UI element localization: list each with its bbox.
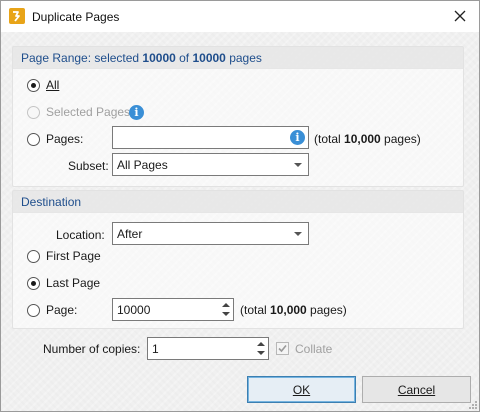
checkmark-icon	[278, 344, 287, 353]
copies-value: 1	[152, 342, 159, 356]
spin-arrows-icon[interactable]	[221, 301, 231, 318]
destination-header: Destination	[13, 191, 463, 213]
pages-input[interactable]	[112, 126, 309, 149]
radio-all-label[interactable]: All	[46, 78, 59, 92]
radio-page[interactable]	[27, 304, 40, 317]
total-count: 10000	[192, 51, 226, 65]
radio-last-page[interactable]	[27, 277, 40, 290]
page-range-header: Page Range: selected 10000 of 10000 page…	[13, 47, 463, 69]
location-value: After	[117, 227, 143, 241]
selected-count: 10000	[142, 51, 176, 65]
page-range-group: Page Range: selected 10000 of 10000 page…	[12, 46, 464, 187]
radio-first-page[interactable]	[27, 250, 40, 263]
radio-pages[interactable]	[27, 133, 40, 146]
subset-label: Subset:	[68, 159, 109, 173]
dialog-body: Page Range: selected 10000 of 10000 page…	[1, 32, 479, 411]
collate-label: Collate	[295, 342, 333, 356]
radio-all[interactable]	[27, 79, 40, 92]
destination-group: Destination Location: After First Page L…	[12, 190, 464, 329]
chevron-down-icon	[294, 232, 302, 236]
radio-pages-label[interactable]: Pages:	[46, 132, 83, 146]
cancel-button[interactable]: Cancel	[362, 376, 471, 403]
radio-selected-pages-label: Selected Pages	[46, 105, 131, 119]
location-label: Location:	[56, 228, 105, 242]
subset-value: All Pages	[117, 158, 168, 172]
subset-select[interactable]: All Pages	[112, 153, 309, 176]
close-icon	[454, 10, 466, 22]
destination-total-note: (total 10,000 pages)	[240, 303, 347, 317]
ok-button[interactable]: OK	[247, 376, 356, 403]
spin-arrows-icon[interactable]	[256, 340, 266, 357]
collate-checkbox[interactable]	[276, 342, 289, 355]
copies-label: Number of copies:	[43, 342, 141, 356]
radio-first-page-label[interactable]: First Page	[46, 249, 101, 263]
close-button[interactable]	[445, 2, 475, 30]
page-range-title: Page Range: selected 10000 of 10000 page…	[21, 51, 262, 65]
destination-title: Destination	[21, 195, 82, 209]
resize-grip-icon[interactable]	[467, 399, 477, 409]
radio-page-label[interactable]: Page:	[46, 303, 77, 317]
chevron-down-icon	[294, 163, 302, 167]
pages-total-note: (total 10,000 pages)	[314, 132, 421, 146]
radio-last-page-label[interactable]: Last Page	[46, 276, 100, 290]
location-select[interactable]: After	[112, 222, 309, 245]
duplicate-pages-dialog: Duplicate Pages Page Range: selected 100…	[0, 0, 480, 412]
page-number-value: 10000	[117, 303, 151, 317]
pages-info-icon[interactable]: i	[290, 130, 305, 145]
app-icon	[9, 8, 25, 24]
radio-selected-pages[interactable]	[27, 106, 40, 119]
info-icon[interactable]: i	[129, 105, 144, 120]
page-number-stepper[interactable]: 10000	[112, 298, 234, 321]
title-bar: Duplicate Pages	[1, 1, 479, 32]
copies-stepper[interactable]: 1	[147, 337, 269, 360]
window-title: Duplicate Pages	[32, 10, 120, 24]
